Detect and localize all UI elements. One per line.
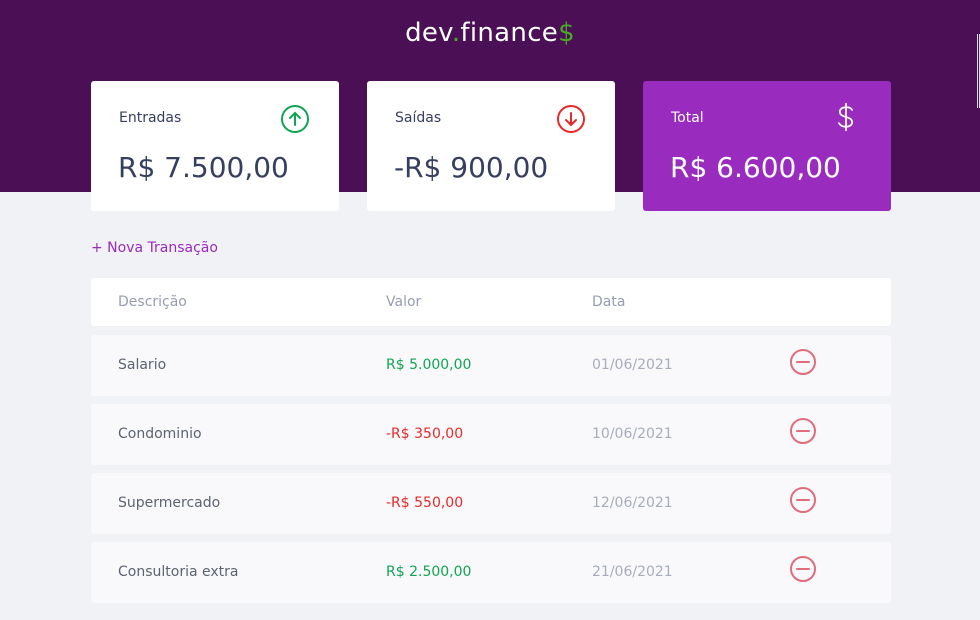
row-amount: R$ 5.000,00	[386, 357, 472, 373]
table-row: Condominio -R$ 350,00 10/06/2021	[91, 404, 891, 465]
column-header-date: Data	[592, 294, 626, 310]
table-row: Supermercado -R$ 550,00 12/06/2021	[91, 473, 891, 534]
remove-transaction-icon[interactable]	[789, 555, 817, 583]
expense-label: Saídas	[395, 110, 442, 126]
remove-transaction-icon[interactable]	[789, 348, 817, 376]
expense-card: Saídas -R$ 900,00	[367, 81, 615, 211]
row-date: 21/06/2021	[592, 564, 673, 580]
row-description: Condominio	[118, 426, 202, 442]
arrow-up-circle-icon	[281, 105, 309, 133]
row-description: Supermercado	[118, 495, 221, 511]
row-date: 10/06/2021	[592, 426, 673, 442]
income-label: Entradas	[119, 110, 182, 126]
expense-value: -R$ 900,00	[394, 151, 549, 184]
total-value: R$ 6.600,00	[670, 151, 841, 184]
row-date: 12/06/2021	[592, 495, 673, 511]
app-logo: dev.finance$	[405, 18, 575, 48]
column-header-description: Descrição	[118, 294, 187, 310]
row-description: Salario	[118, 357, 167, 373]
table-row: Salario R$ 5.000,00 01/06/2021	[91, 335, 891, 396]
total-card: Total R$ 6.600,00	[643, 81, 891, 211]
new-transaction-link[interactable]: + Nova Transação	[91, 240, 218, 256]
income-card: Entradas R$ 7.500,00	[91, 81, 339, 211]
row-amount: R$ 2.500,00	[386, 564, 472, 580]
row-date: 01/06/2021	[592, 357, 673, 373]
remove-transaction-icon[interactable]	[789, 486, 817, 514]
row-description: Consultoria extra	[118, 564, 239, 580]
arrow-down-circle-icon	[557, 105, 585, 133]
table-row: Consultoria extra R$ 2.500,00 21/06/2021	[91, 542, 891, 603]
row-amount: -R$ 350,00	[386, 426, 464, 442]
column-header-amount: Valor	[386, 294, 422, 310]
table-header: Descrição Valor Data	[91, 278, 891, 326]
row-amount: -R$ 550,00	[386, 495, 464, 511]
remove-transaction-icon[interactable]	[789, 417, 817, 445]
income-value: R$ 7.500,00	[118, 151, 289, 184]
total-label: Total	[671, 110, 704, 126]
dollar-sign-icon	[838, 102, 854, 132]
